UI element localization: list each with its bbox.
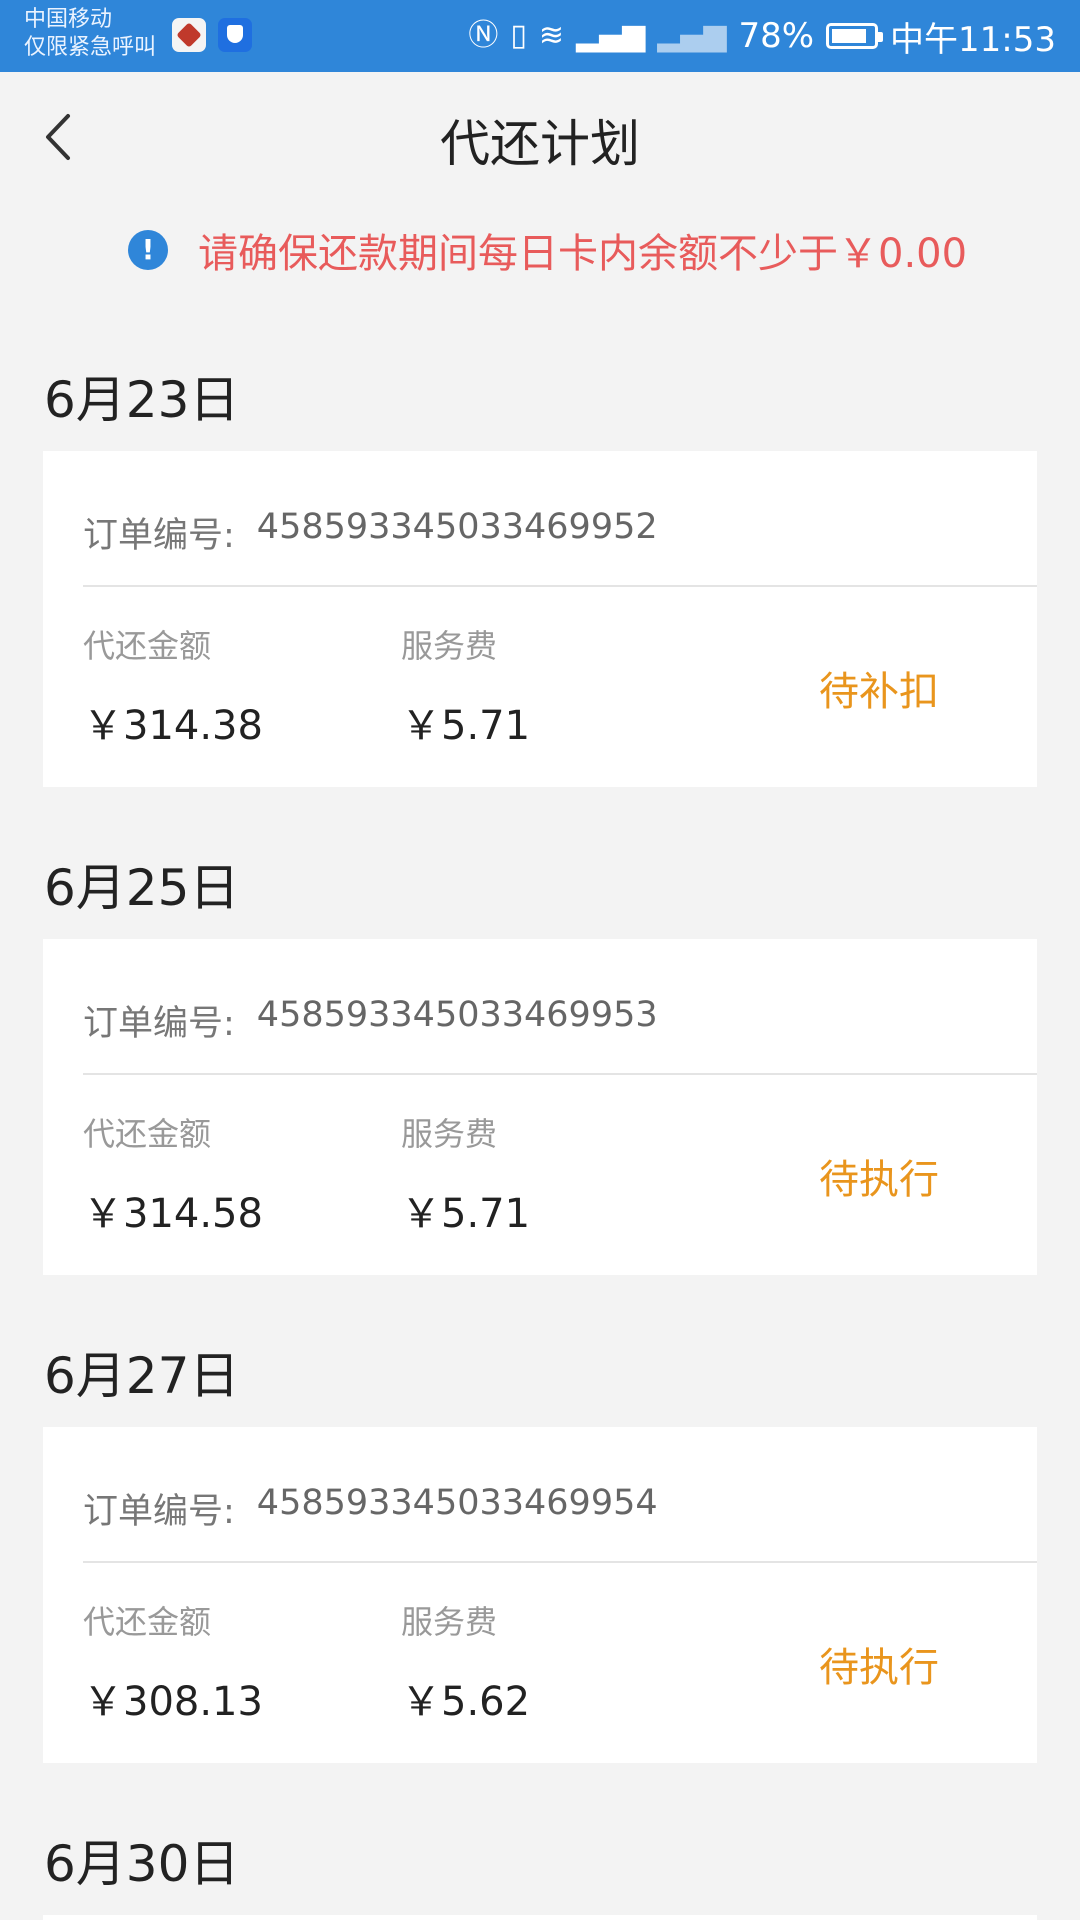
- plan-status: 待执行: [819, 1645, 939, 1691]
- order-row: 订单编号: 458593345033469952: [83, 507, 658, 558]
- battery-percent: 78%: [738, 16, 815, 56]
- order-row: 订单编号: 458593345033469954: [83, 1483, 658, 1534]
- plan-date: 6月25日: [44, 859, 240, 917]
- nfc-icon: Ⓝ: [468, 18, 499, 53]
- fee-value: ￥5.71: [401, 703, 531, 749]
- signal-off-icon: ▂▄▆: [657, 18, 727, 53]
- fee-label: 服务费: [401, 627, 498, 665]
- notification-app-icon: [172, 18, 206, 52]
- signal-icon: ▂▄▆: [576, 18, 646, 53]
- order-number: 458593345033469952: [256, 507, 658, 547]
- amount-value: ￥314.38: [83, 703, 263, 749]
- fee-label: 服务费: [401, 1603, 498, 1641]
- amount-value: ￥314.58: [83, 1191, 263, 1237]
- amount-value: ￥308.13: [83, 1679, 263, 1725]
- header: 代还计划: [0, 72, 1080, 202]
- fee-label: 服务费: [401, 1115, 498, 1153]
- status-icons: Ⓝ ▯ ≋ ▂▄▆ ▂▄▆ 78% 中午11:53: [468, 14, 1056, 60]
- plan-card[interactable]: 订单编号: 458593345033469953 代还金额 服务费 ￥314.5…: [43, 939, 1037, 1275]
- status-bar: 中国移动 仅限紧急呼叫 Ⓝ ▯ ≋ ▂▄▆ ▂▄▆ 78% 中午11:53: [0, 0, 1080, 72]
- plan-date: 6月30日: [44, 1835, 240, 1893]
- notice-text: 请确保还款期间每日卡内余额不少于￥0.00: [198, 231, 968, 277]
- amount-label: 代还金额: [83, 627, 212, 665]
- card-divider: [83, 1073, 1037, 1075]
- exclamation-circle-icon: !: [128, 230, 168, 270]
- order-label: 订单编号:: [83, 1004, 235, 1044]
- battery-icon: [826, 23, 884, 49]
- plan-card[interactable]: [43, 1915, 1037, 1920]
- plan-status: 待补扣: [819, 669, 939, 715]
- fee-value: ￥5.62: [401, 1679, 531, 1725]
- card-divider: [83, 585, 1037, 587]
- order-row: 订单编号: 458593345033469953: [83, 995, 658, 1046]
- plan-date: 6月27日: [44, 1347, 240, 1405]
- plan-card[interactable]: 订单编号: 458593345033469954 代还金额 服务费 ￥308.1…: [43, 1427, 1037, 1763]
- order-number: 458593345033469953: [256, 995, 658, 1035]
- amount-label: 代还金额: [83, 1115, 212, 1153]
- order-number: 458593345033469954: [256, 1483, 658, 1523]
- fee-value: ￥5.71: [401, 1191, 531, 1237]
- order-label: 订单编号:: [83, 516, 235, 556]
- wifi-icon: ≋: [538, 18, 564, 53]
- plan-card[interactable]: 订单编号: 458593345033469952 代还金额 服务费 ￥314.3…: [43, 451, 1037, 787]
- card-divider: [83, 1561, 1037, 1563]
- vibrate-icon: ▯: [510, 18, 527, 53]
- order-label: 订单编号:: [83, 1492, 235, 1532]
- amount-label: 代还金额: [83, 1603, 212, 1641]
- shield-app-icon: [218, 18, 252, 52]
- balance-notice: ! 请确保还款期间每日卡内余额不少于￥0.00: [128, 222, 967, 278]
- plan-status: 待执行: [819, 1157, 939, 1203]
- clock: 中午11:53: [890, 19, 1056, 60]
- page-title: 代还计划: [440, 115, 640, 173]
- carrier-name: 中国移动: [24, 7, 113, 32]
- carrier-status: 仅限紧急呼叫: [24, 35, 157, 60]
- plan-date: 6月23日: [44, 371, 240, 429]
- carrier-info: 中国移动 仅限紧急呼叫: [24, 6, 156, 62]
